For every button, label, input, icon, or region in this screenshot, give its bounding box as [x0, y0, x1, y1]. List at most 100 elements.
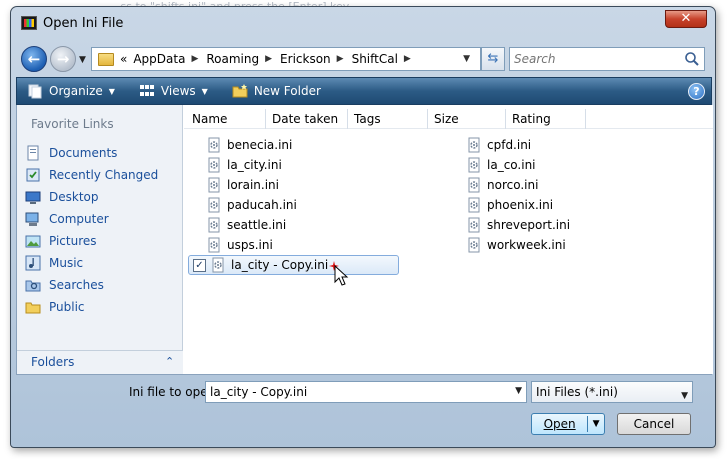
dialog-footer: Ini file to open: ▼ Ini Files (*.ini) ▼ … [11, 375, 715, 447]
search-icon[interactable] [684, 51, 700, 67]
documents-icon [27, 145, 39, 161]
cancel-button[interactable]: Cancel [617, 413, 691, 435]
breadcrumb-roaming[interactable]: Roaming [206, 52, 259, 66]
file-item[interactable]: benecia.ini [206, 135, 292, 155]
file-item[interactable]: lorain.ini [206, 175, 279, 195]
folder-icon [98, 52, 114, 66]
favorite-links-header: Favorite Links [31, 117, 114, 131]
open-split-button[interactable]: Open ▼ [531, 413, 605, 435]
address-bar[interactable]: « AppData ▶ Roaming ▶ Erickson ▶ ShiftCa… [91, 47, 481, 71]
sidebar-item-label: Desktop [49, 190, 99, 204]
forward-button[interactable]: → [50, 46, 76, 72]
file-checkbox[interactable]: ✓ [193, 258, 206, 272]
navigation-bar: ← → ▼ « AppData ▶ Roaming ▶ Erickson ▶ S… [11, 43, 715, 75]
sidebar-item-label: Documents [49, 146, 118, 160]
app-icon [21, 16, 37, 30]
file-item[interactable]: la_co.ini [466, 155, 536, 175]
back-arrow-icon: ← [27, 50, 41, 68]
sidebar-item-computer[interactable]: Computer [25, 209, 109, 229]
search-box[interactable] [509, 47, 705, 71]
recently-changed-icon [26, 168, 40, 182]
filetype-select[interactable]: Ini Files (*.ini) ▼ [531, 381, 693, 403]
mouse-cursor-icon [334, 265, 349, 286]
ini-file-icon [468, 237, 480, 253]
file-name: seattle.ini [227, 218, 287, 232]
breadcrumb-appdata[interactable]: AppData [133, 52, 185, 66]
open-dropdown-icon[interactable]: ▼ [588, 419, 604, 429]
help-icon[interactable]: ? [688, 83, 705, 100]
file-item[interactable]: cpfd.ini [466, 135, 531, 155]
address-dropdown-icon[interactable]: ▼ [463, 54, 470, 64]
new-folder-button[interactable]: New Folder [232, 83, 321, 99]
file-name: la_city - Copy.ini [231, 258, 329, 272]
sidebar-item-recently-changed[interactable]: Recently Changed [25, 165, 158, 185]
file-name: usps.ini [227, 238, 273, 252]
open-button[interactable]: Open [532, 417, 587, 431]
history-dropdown-icon[interactable]: ▼ [79, 55, 89, 65]
file-item[interactable]: la_city.ini [206, 155, 282, 175]
ini-file-icon [208, 157, 220, 173]
file-item[interactable]: workweek.ini [466, 235, 566, 255]
sidebar-item-label: Pictures [49, 234, 97, 248]
column-header-rating[interactable]: Rating [506, 109, 586, 129]
desktop-icon [25, 191, 41, 204]
organize-button[interactable]: Organize ▼ [27, 83, 115, 99]
sidebar-item-music[interactable]: Music [25, 253, 83, 273]
breadcrumb-separator-icon[interactable]: ▶ [404, 54, 411, 64]
file-name: cpfd.ini [487, 138, 532, 152]
column-header-date-taken[interactable]: Date taken [266, 109, 348, 129]
breadcrumb-overflow[interactable]: « [120, 52, 127, 66]
open-ini-file-dialog: Open Ini File ✕ ← → ▼ « AppData ▶ Roamin… [10, 6, 716, 448]
public-folder-icon [25, 302, 41, 314]
filename-input[interactable] [206, 382, 506, 402]
file-item[interactable]: norco.ini [466, 175, 538, 195]
ini-file-icon [208, 217, 220, 233]
sidebar-item-pictures[interactable]: Pictures [25, 231, 97, 251]
ini-file-icon [212, 257, 224, 273]
filename-combobox[interactable]: ▼ [205, 381, 527, 403]
file-item[interactable]: usps.ini [206, 235, 273, 255]
ini-file-icon [208, 177, 220, 193]
sidebar-item-public[interactable]: Public [25, 297, 85, 317]
computer-icon [25, 212, 39, 226]
selected-file-item[interactable]: ✓ la_city - Copy.ini [188, 255, 400, 275]
sidebar-item-documents[interactable]: Documents [25, 143, 117, 163]
ini-file-icon [468, 137, 480, 153]
sidebar-item-label: Recently Changed [49, 168, 159, 182]
file-item[interactable]: paducah.ini [206, 195, 297, 215]
breadcrumb-erickson[interactable]: Erickson [280, 52, 331, 66]
file-name: phoenix.ini [487, 198, 554, 212]
new-folder-icon [232, 84, 248, 98]
search-input[interactable] [510, 48, 680, 70]
back-button[interactable]: ← [21, 46, 47, 72]
chevron-down-icon[interactable]: ▼ [515, 386, 522, 396]
file-item[interactable]: phoenix.ini [466, 195, 553, 215]
chevron-down-icon: ▼ [681, 391, 688, 401]
sidebar-item-desktop[interactable]: Desktop [25, 187, 99, 207]
file-item[interactable]: shreveport.ini [466, 215, 570, 235]
pictures-icon [25, 235, 41, 248]
ini-file-icon [468, 177, 480, 193]
breadcrumb-separator-icon[interactable]: ▶ [337, 54, 344, 64]
refresh-button[interactable]: ⇆ [481, 47, 505, 71]
refresh-icon: ⇆ [487, 51, 499, 66]
breadcrumb-separator-icon[interactable]: ▶ [191, 54, 198, 64]
column-header-tags[interactable]: Tags [348, 109, 428, 129]
views-button[interactable]: Views ▼ [139, 83, 208, 99]
window-title: Open Ini File [43, 16, 124, 31]
sidebar-item-searches[interactable]: Searches [25, 275, 104, 295]
organize-dropdown-icon: ▼ [108, 86, 115, 96]
dialog-body: Favorite Links Documents Recently Change… [16, 105, 713, 375]
file-item[interactable]: seattle.ini [206, 215, 286, 235]
breadcrumb-shiftcal[interactable]: ShiftCal [352, 52, 398, 66]
column-header-size[interactable]: Size [428, 109, 506, 129]
breadcrumb-separator-icon[interactable]: ▶ [265, 54, 272, 64]
new-folder-label: New Folder [253, 84, 321, 98]
ini-file-icon [208, 197, 220, 213]
sidebar-item-label: Music [49, 256, 84, 270]
folders-toggle[interactable]: Folders ⌃ [17, 350, 183, 374]
close-button[interactable]: ✕ [665, 10, 707, 28]
sidebar-item-label: Computer [49, 212, 109, 226]
ini-file-icon [208, 137, 220, 153]
column-header-name[interactable]: Name [186, 109, 266, 129]
